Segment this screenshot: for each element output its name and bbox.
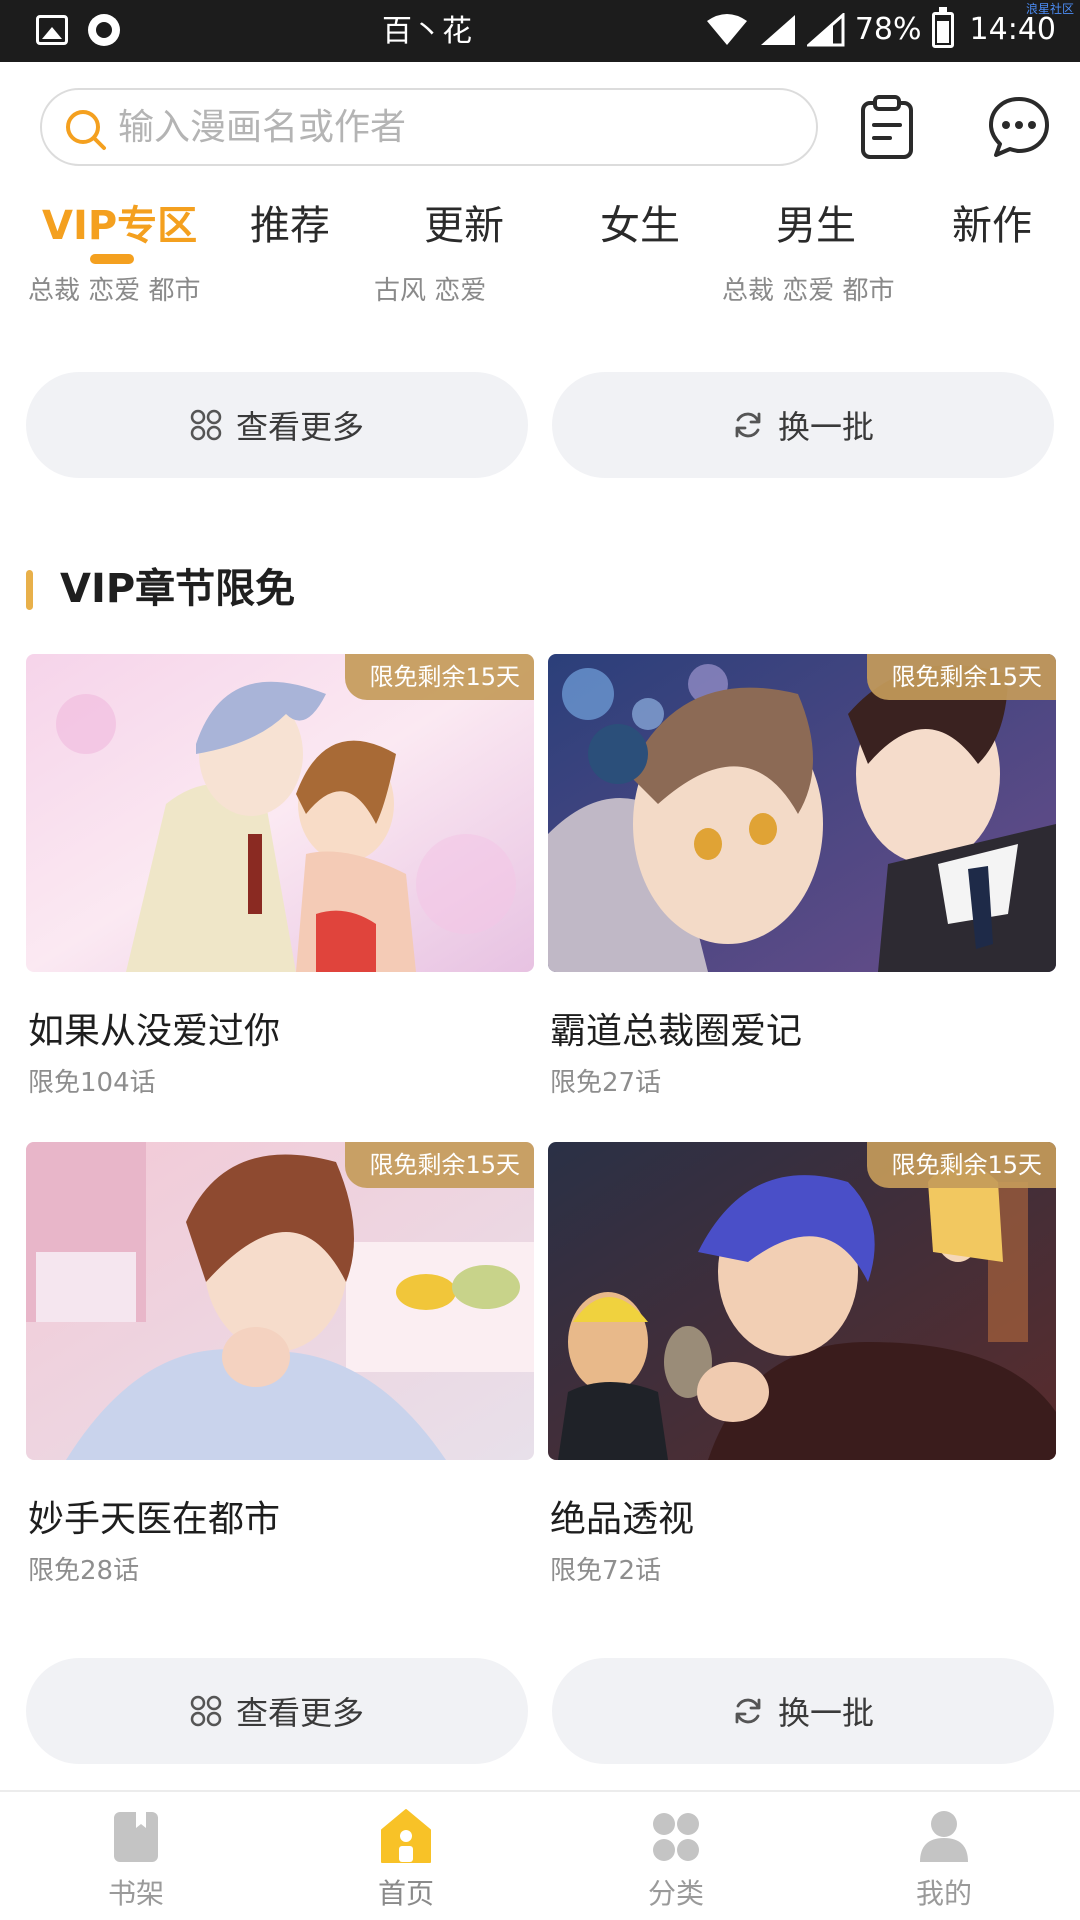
- tab-active-indicator: [90, 254, 134, 264]
- view-more-label: 查看更多: [235, 1694, 364, 1732]
- status-right-icons: 78% 14:40: [705, 7, 1056, 48]
- signal-2-icon: [806, 13, 845, 47]
- comic-title[interactable]: 如果从没爱过你: [28, 1002, 280, 1054]
- section-accent-bar: [26, 570, 33, 610]
- refresh-label: 换一批: [777, 1694, 874, 1732]
- comic-free-chapters: 限免72话: [550, 1556, 662, 1586]
- clock: 14:40: [969, 12, 1056, 47]
- section-title: VIP章节限免: [60, 566, 296, 612]
- cover-image: [26, 1142, 534, 1460]
- genre-tags: 古风 恋爱: [374, 276, 487, 306]
- status-bar: 百丶花 78% 14:40 浪星社区: [0, 0, 1080, 62]
- free-limit-badge: 限免剩余15天: [345, 654, 534, 700]
- wifi-icon: [706, 14, 747, 45]
- nav-label: 书架: [107, 1877, 164, 1910]
- genre-tags: 总裁 恋爱 都市: [722, 276, 895, 306]
- bottom-navigation: 书架 首页 分类 我的: [0, 1790, 1080, 1920]
- free-limit-badge: 限免剩余15天: [345, 1142, 534, 1188]
- cover-image: [548, 654, 1056, 972]
- nav-home[interactable]: 首页: [326, 1808, 486, 1918]
- category-icon: [653, 1813, 699, 1861]
- nav-bookshelf[interactable]: 书架: [56, 1808, 216, 1918]
- comic-card[interactable]: 限免剩余15天 绝品透视 限免72话: [548, 1142, 1056, 1602]
- comic-card[interactable]: 限免剩余15天 霸道总裁圈爱记 限免27话: [548, 654, 1056, 1114]
- genre-tags: 总裁 恋爱 都市: [28, 276, 201, 306]
- view-more-label: 查看更多: [235, 408, 364, 446]
- nav-label: 首页: [377, 1877, 434, 1910]
- app-screen: 百丶花 78% 14:40 浪星社区 输入漫画名或作者 VIP专区 推荐 更新 …: [0, 0, 1080, 1920]
- nav-profile[interactable]: 我的: [864, 1808, 1024, 1918]
- comic-free-chapters: 限免28话: [28, 1556, 140, 1586]
- comic-card[interactable]: 限免剩余15天 如果从没爱过你 限免104话: [26, 654, 534, 1114]
- comic-cover[interactable]: 限免剩余15天: [26, 654, 534, 972]
- cover-image: [26, 654, 534, 972]
- nav-label: 我的: [915, 1877, 972, 1910]
- comic-free-chapters: 限免104话: [28, 1068, 156, 1098]
- tab-update[interactable]: 更新: [404, 190, 524, 262]
- search-box[interactable]: [40, 88, 818, 166]
- comic-card[interactable]: 限免剩余15天 妙手天医在都市 限免28话: [26, 1142, 534, 1602]
- clipboard-icon: [861, 95, 913, 159]
- messages-button[interactable]: [986, 94, 1052, 160]
- cover-image: [548, 1142, 1056, 1460]
- tab-recommend[interactable]: 推荐: [230, 190, 350, 262]
- grid-icon: [190, 1695, 222, 1727]
- comic-cover[interactable]: 限免剩余15天: [548, 654, 1056, 972]
- comic-title[interactable]: 妙手天医在都市: [28, 1490, 280, 1542]
- category-tabs: VIP专区 推荐 更新 女生 男生 新作: [0, 190, 1080, 270]
- profile-icon: [920, 1811, 968, 1862]
- view-more-button[interactable]: 查看更多: [26, 372, 528, 478]
- top-toolbar: [40, 88, 1060, 168]
- free-limit-badge: 限免剩余15天: [867, 654, 1056, 700]
- refresh-batch-button[interactable]: 换一批: [552, 372, 1054, 478]
- genre-tags-row: 总裁 恋爱 都市 古风 恋爱 总裁 恋爱 都市: [0, 270, 1080, 310]
- battery-percent: 78%: [854, 12, 922, 47]
- home-icon: [381, 1809, 431, 1863]
- signal-1-icon: [760, 15, 795, 45]
- nav-category[interactable]: 分类: [596, 1808, 756, 1918]
- refresh-label: 换一批: [777, 408, 874, 446]
- comic-title[interactable]: 霸道总裁圈爱记: [550, 1002, 802, 1054]
- tab-new[interactable]: 新作: [932, 190, 1052, 262]
- tab-male[interactable]: 男生: [756, 190, 876, 262]
- comic-cover[interactable]: 限免剩余15天: [26, 1142, 534, 1460]
- tab-female[interactable]: 女生: [580, 190, 700, 262]
- tab-vip[interactable]: VIP专区: [42, 190, 197, 262]
- free-limit-badge: 限免剩余15天: [867, 1142, 1056, 1188]
- comic-title[interactable]: 绝品透视: [550, 1490, 694, 1542]
- search-icon: [66, 110, 106, 150]
- refresh-icon: [735, 1698, 761, 1724]
- refresh-icon: [735, 412, 761, 438]
- comic-cover[interactable]: 限免剩余15天: [548, 1142, 1056, 1460]
- view-more-button[interactable]: 查看更多: [26, 1658, 528, 1764]
- checkin-button[interactable]: [854, 94, 920, 160]
- battery-icon: [931, 7, 954, 48]
- refresh-batch-button[interactable]: 换一批: [552, 1658, 1054, 1764]
- bookshelf-icon: [114, 1812, 158, 1862]
- watermark: 浪星社区: [1025, 2, 1074, 16]
- search-input[interactable]: [118, 90, 798, 164]
- grid-icon: [190, 409, 222, 441]
- nav-label: 分类: [647, 1877, 704, 1910]
- message-icon: [989, 97, 1049, 157]
- comic-free-chapters: 限免27话: [550, 1068, 662, 1098]
